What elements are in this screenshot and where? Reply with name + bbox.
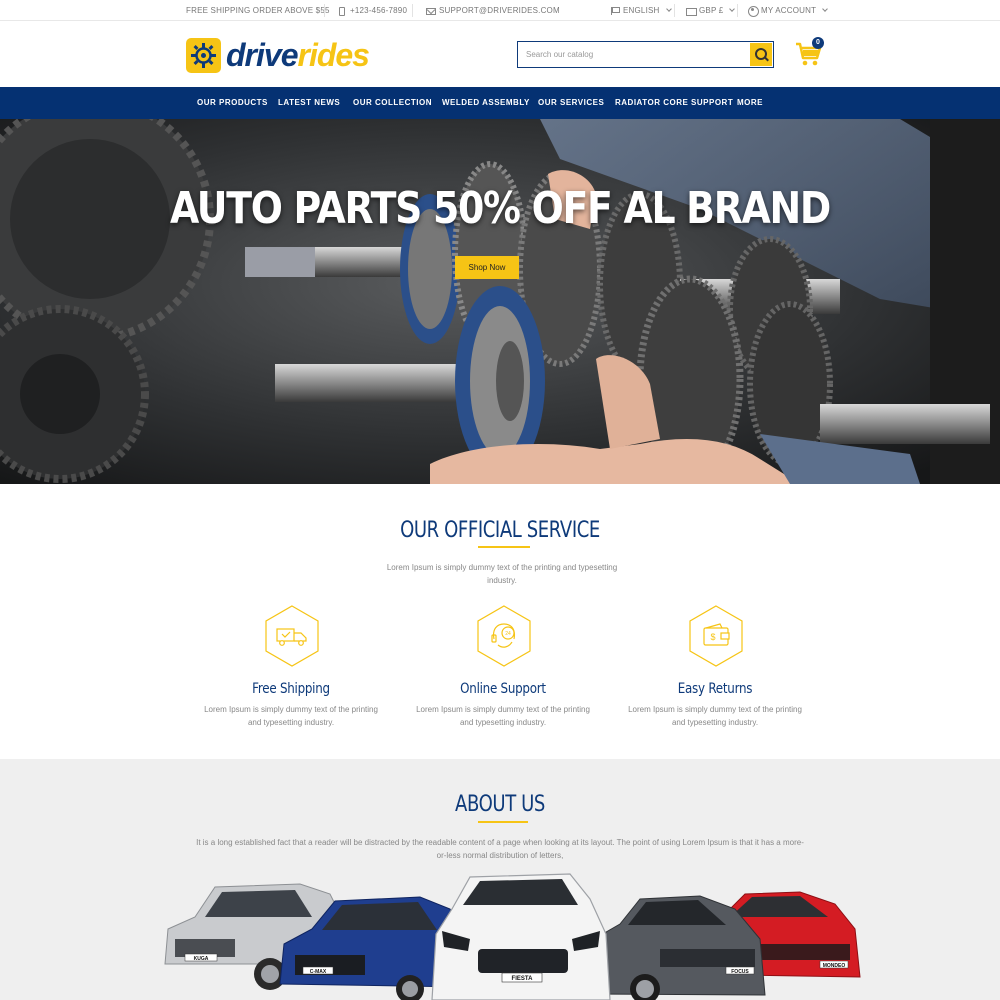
service-description-line2: and typesetting industry. xyxy=(459,718,547,727)
wallet-dollar-icon: $ xyxy=(689,605,743,667)
service-description-line1: Lorem Ipsum is simply dummy text of the … xyxy=(416,705,590,714)
service-description: Lorem Ipsum is simply dummy text of the … xyxy=(403,703,603,729)
search-bar xyxy=(517,41,774,68)
cart-count-badge: 0 xyxy=(812,37,824,49)
cart-button[interactable]: 0 xyxy=(795,37,824,69)
nav-radiator-core-support[interactable]: RADIATOR CORE SUPPORT xyxy=(615,87,733,119)
plate-focus: FOCUS xyxy=(731,969,749,975)
service-description-line1: Lorem Ipsum is simply dummy text of the … xyxy=(628,705,802,714)
logo-text-drive: drive xyxy=(226,37,298,73)
service-title: Online Support xyxy=(460,681,546,697)
about-section: ABOUT US It is a long established fact t… xyxy=(0,759,1000,1000)
main-nav: OUR PRODUCTS LATEST NEWS OUR COLLECTION … xyxy=(0,87,1000,119)
free-shipping-notice: FREE SHIPPING ORDER ABOVE $55 xyxy=(186,0,330,21)
services-subtitle: Lorem Ipsum is simply dummy text of the … xyxy=(300,561,704,587)
currency-selector[interactable]: GBP £ xyxy=(686,0,736,21)
nav-our-products[interactable]: OUR PRODUCTS xyxy=(197,87,268,119)
account-menu[interactable]: MY ACCOUNT xyxy=(748,0,829,21)
cars-lineup-image: KUGA C-MAX MONDEO FOCUS FIESTA xyxy=(164,873,861,1000)
service-description-line2: and typesetting industry. xyxy=(671,718,759,727)
service-description-line2: and typesetting industry. xyxy=(247,718,335,727)
currency-label: GBP £ xyxy=(699,6,724,15)
plate-mondeo: MONDEO xyxy=(823,963,846,969)
service-easy-returns: $ Easy Returns Lorem Ipsum is simply dum… xyxy=(615,605,815,727)
services-subtitle-line1: Lorem Ipsum is simply dummy text of the … xyxy=(386,563,618,572)
account-label: MY ACCOUNT xyxy=(761,6,817,15)
search-button[interactable] xyxy=(750,43,772,66)
divider xyxy=(674,4,675,17)
service-title: Free Shipping xyxy=(252,681,330,697)
chevron-down-icon xyxy=(665,6,672,12)
nav-more[interactable]: MORE xyxy=(737,87,763,119)
divider xyxy=(324,4,325,17)
nav-welded-assembly[interactable]: WELDED ASSEMBLY xyxy=(442,87,530,119)
services-title: OUR OFFICIAL SERVICE xyxy=(400,518,600,543)
title-underline xyxy=(478,546,530,548)
phone-icon xyxy=(337,6,346,16)
nav-our-services[interactable]: OUR SERVICES xyxy=(538,87,604,119)
language-label: ENGLISH xyxy=(623,6,660,15)
services-subtitle-line2: industry. xyxy=(487,576,517,585)
search-input[interactable] xyxy=(518,42,748,67)
currency-icon xyxy=(686,6,697,16)
hero-gears-image xyxy=(0,119,1000,484)
user-icon xyxy=(748,6,759,17)
car-fiesta: FIESTA xyxy=(431,873,611,1000)
chevron-down-icon xyxy=(822,6,829,12)
divider xyxy=(412,4,413,17)
service-title: Easy Returns xyxy=(677,681,753,697)
language-selector[interactable]: ENGLISH xyxy=(610,0,672,21)
chevron-down-icon xyxy=(729,6,736,12)
flag-icon xyxy=(610,6,620,15)
services-section: OUR OFFICIAL SERVICE Lorem Ipsum is simp… xyxy=(0,484,1000,759)
phone-number: +123-456-7890 xyxy=(350,6,408,15)
shop-now-button[interactable]: Shop Now xyxy=(455,256,519,279)
plate-c-max: C-MAX xyxy=(310,969,327,975)
truck-icon xyxy=(265,605,319,667)
email-address: SUPPORT@DRIVERIDES.COM xyxy=(439,6,560,15)
svg-text:24: 24 xyxy=(505,631,511,637)
service-description-line1: Lorem Ipsum is simply dummy text of the … xyxy=(204,705,378,714)
service-description: Lorem Ipsum is simply dummy text of the … xyxy=(191,703,391,729)
phone-contact[interactable]: +123-456-7890 xyxy=(337,0,407,21)
site-logo[interactable]: driverides xyxy=(186,37,370,73)
divider xyxy=(737,4,738,17)
hero-title: AUTO PARTS 50% OFF AL BRAND xyxy=(169,183,831,234)
service-description: Lorem Ipsum is simply dummy text of the … xyxy=(615,703,815,729)
free-shipping-text: FREE SHIPPING ORDER ABOVE $55 xyxy=(186,6,330,15)
service-online-support: 24 Online Support Lorem Ipsum is simply … xyxy=(403,605,603,727)
svg-text:$: $ xyxy=(710,632,715,642)
hero-banner: AUTO PARTS 50% OFF AL BRAND Shop Now xyxy=(0,119,1000,484)
gear-logo-icon xyxy=(186,37,221,73)
top-bar: FREE SHIPPING ORDER ABOVE $55 +123-456-7… xyxy=(0,0,1000,21)
headset-24-icon: 24 xyxy=(477,605,531,667)
nav-our-collection[interactable]: OUR COLLECTION xyxy=(353,87,432,119)
site-header: driverides 0 xyxy=(0,21,1000,87)
email-contact[interactable]: SUPPORT@DRIVERIDES.COM xyxy=(426,0,560,21)
nav-latest-news[interactable]: LATEST NEWS xyxy=(278,87,340,119)
plate-fiesta: FIESTA xyxy=(512,976,534,982)
service-free-shipping: Free Shipping Lorem Ipsum is simply dumm… xyxy=(191,605,391,727)
mail-icon xyxy=(426,6,436,15)
logo-wordmark: driverides xyxy=(226,37,370,73)
plate-kuga: KUGA xyxy=(194,956,209,962)
logo-text-rides: rides xyxy=(297,37,369,73)
